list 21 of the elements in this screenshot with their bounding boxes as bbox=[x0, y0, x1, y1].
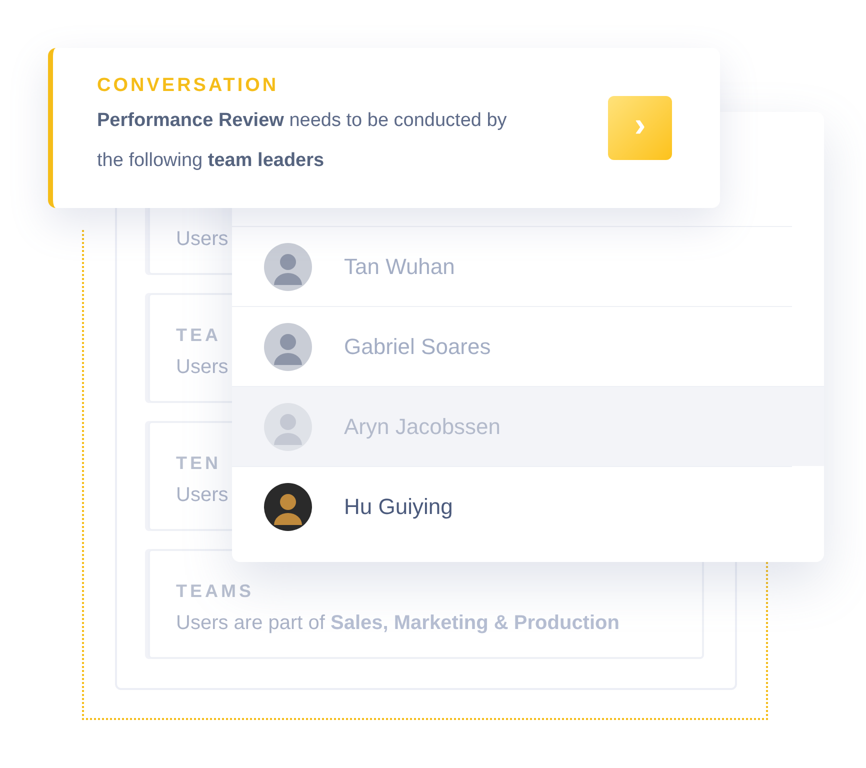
avatar-icon bbox=[264, 322, 312, 370]
avatar-icon bbox=[264, 242, 312, 290]
card-text: Users bbox=[176, 356, 228, 379]
card-label: TEA bbox=[176, 325, 221, 346]
card-label: TEN bbox=[176, 453, 221, 474]
card-text: Performance Review needs to be conducted by the following team leaders bbox=[97, 109, 508, 173]
card-label: CONVERSATION bbox=[97, 75, 279, 97]
avatar-icon bbox=[264, 402, 312, 450]
avatar-icon bbox=[264, 482, 312, 530]
person-name: Aryn Jacobssen bbox=[344, 414, 501, 440]
person-row[interactable]: Aryn Jacobssen bbox=[232, 386, 824, 466]
card-label: TEAMS bbox=[176, 581, 254, 602]
next-button[interactable]: › bbox=[608, 96, 672, 160]
card-text: Users bbox=[176, 484, 228, 507]
card-text: Users bbox=[176, 228, 228, 251]
person-name: Hu Guiying bbox=[344, 494, 453, 520]
card-text: Users are part of Sales, Marketing & Production bbox=[176, 612, 620, 635]
person-row[interactable]: Tan Wuhan bbox=[232, 226, 792, 306]
person-name: Gabriel Soares bbox=[344, 334, 491, 360]
person-name: Tan Wuhan bbox=[344, 254, 455, 280]
person-row[interactable]: Hu Guiying bbox=[232, 466, 792, 546]
